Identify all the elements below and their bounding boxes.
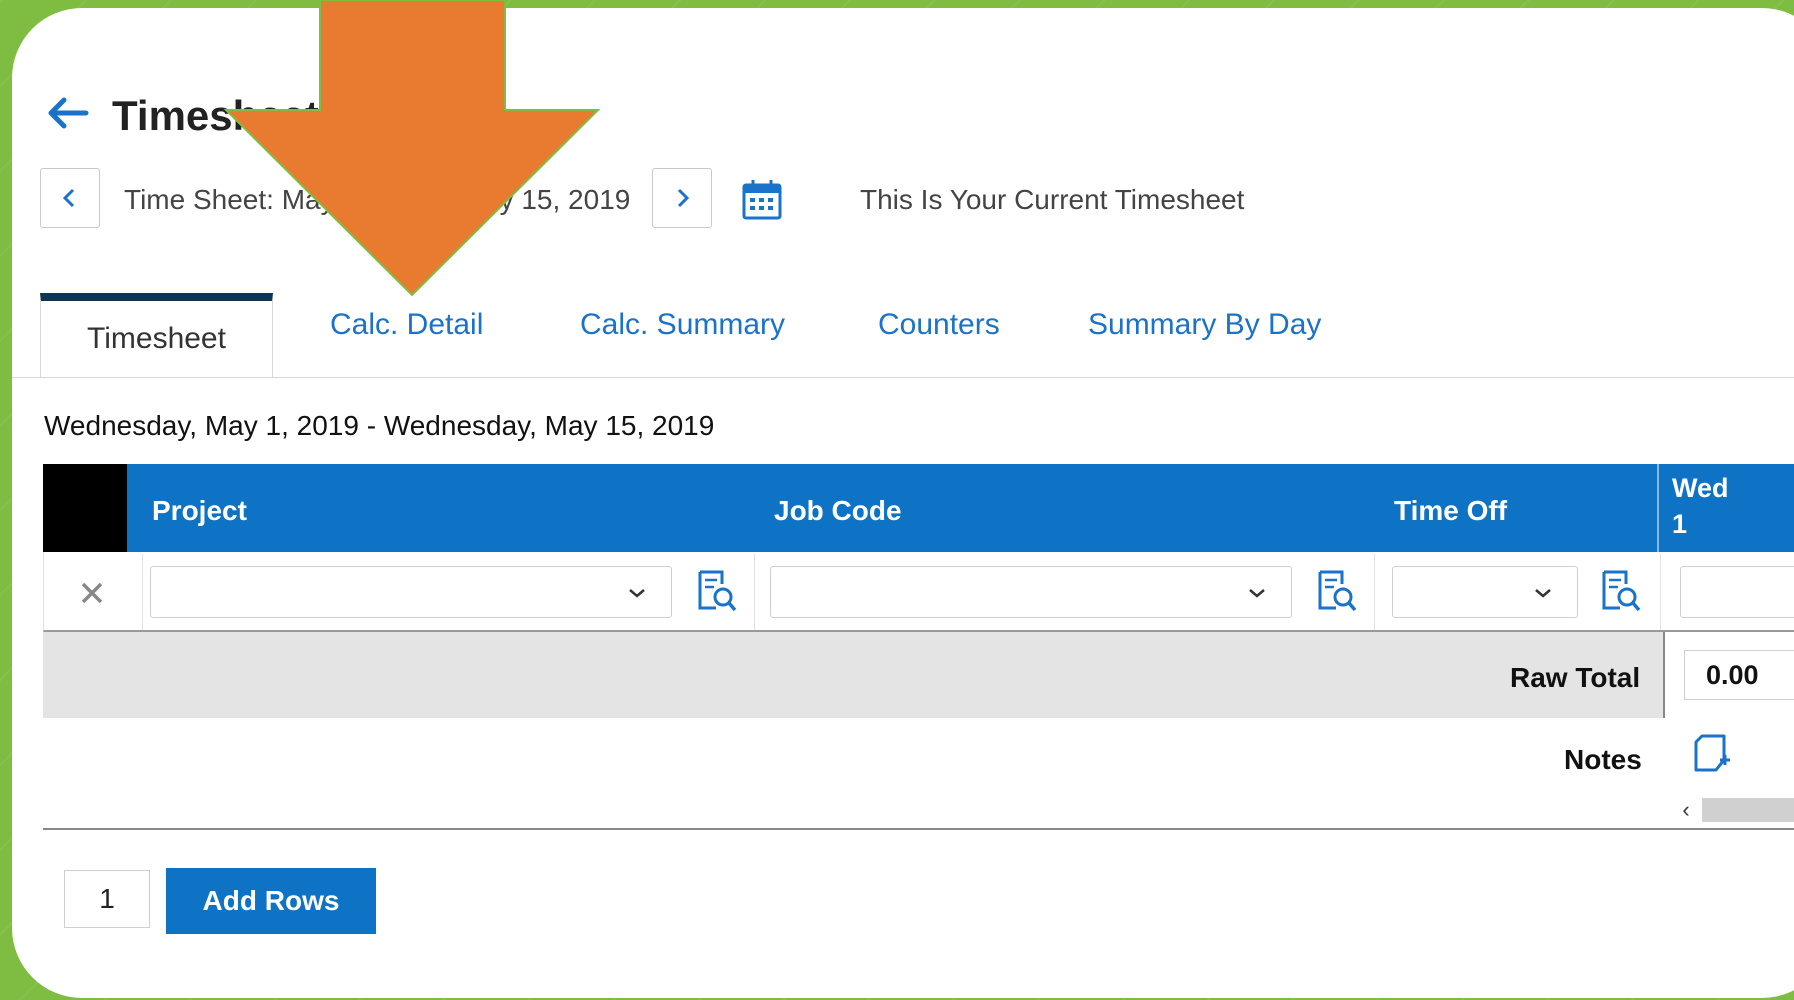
tab-calc-detail[interactable]: Calc. Detail	[330, 308, 483, 342]
horizontal-scrollbar[interactable]	[1702, 798, 1794, 822]
next-period-button[interactable]	[652, 168, 712, 228]
date-range-heading: Wednesday, May 1, 2019 - Wednesday, May …	[44, 410, 715, 441]
tab-counters[interactable]: Counters	[878, 308, 1000, 342]
calendar-icon[interactable]	[740, 178, 784, 222]
column-separator	[1374, 554, 1375, 630]
raw-total-label: Raw Total	[1510, 662, 1641, 693]
tab-summary-by-day[interactable]: Summary By Day	[1088, 308, 1321, 342]
tab-calc-summary[interactable]: Calc. Summary	[580, 308, 785, 342]
chevron-left-icon	[62, 188, 75, 208]
column-header-job-code: Job Code	[774, 495, 902, 526]
day-hours-input[interactable]	[1680, 566, 1794, 618]
column-separator	[1657, 464, 1659, 552]
column-header-project: Project	[152, 495, 247, 526]
day-number: 1	[1672, 509, 1688, 539]
column-separator	[1660, 554, 1661, 630]
rows-count-input[interactable]: 1	[64, 870, 150, 928]
tabs-divider	[12, 377, 1794, 378]
table-bottom-border	[43, 828, 1794, 830]
timesheet-window: Timesheet Time Sheet: May 1, 2019 - May …	[12, 8, 1794, 998]
time-off-select[interactable]	[1392, 566, 1578, 618]
chevron-down-icon	[1535, 589, 1551, 598]
column-header-time-off: Time Off	[1394, 495, 1508, 526]
table-header	[43, 464, 1794, 552]
delete-row-icon[interactable]	[72, 573, 112, 613]
project-lookup-icon[interactable]	[692, 568, 738, 614]
back-arrow-icon[interactable]	[42, 88, 92, 138]
chevron-down-icon	[1249, 589, 1265, 598]
project-select[interactable]	[150, 566, 672, 618]
column-separator	[142, 554, 143, 630]
job-code-lookup-icon[interactable]	[1312, 568, 1358, 614]
column-separator	[754, 554, 755, 630]
raw-total-value: 0.00	[1706, 660, 1759, 690]
previous-period-button[interactable]	[40, 168, 100, 228]
chevron-down-icon	[629, 589, 645, 598]
scroll-left-arrow[interactable]: ‹	[1672, 796, 1700, 824]
page-title: Timesheet	[112, 92, 319, 139]
current-timesheet-note: This Is Your Current Timesheet	[860, 184, 1245, 215]
period-label: Time Sheet: May 1, 2019 - May 15, 2019	[124, 184, 631, 215]
tab-timesheet[interactable]: Timesheet	[40, 293, 273, 377]
job-code-select[interactable]	[770, 566, 1292, 618]
column-header-day: Wed 1	[1672, 470, 1729, 542]
day-weekday: Wed	[1672, 473, 1729, 503]
add-rows-button[interactable]: Add Rows	[166, 868, 376, 934]
time-off-lookup-icon[interactable]	[1596, 568, 1642, 614]
table-header-action-cell	[43, 464, 127, 552]
notes-label: Notes	[1564, 744, 1642, 775]
chevron-right-icon	[677, 188, 690, 208]
raw-total-row	[43, 632, 1663, 718]
add-note-icon[interactable]	[1692, 732, 1732, 774]
